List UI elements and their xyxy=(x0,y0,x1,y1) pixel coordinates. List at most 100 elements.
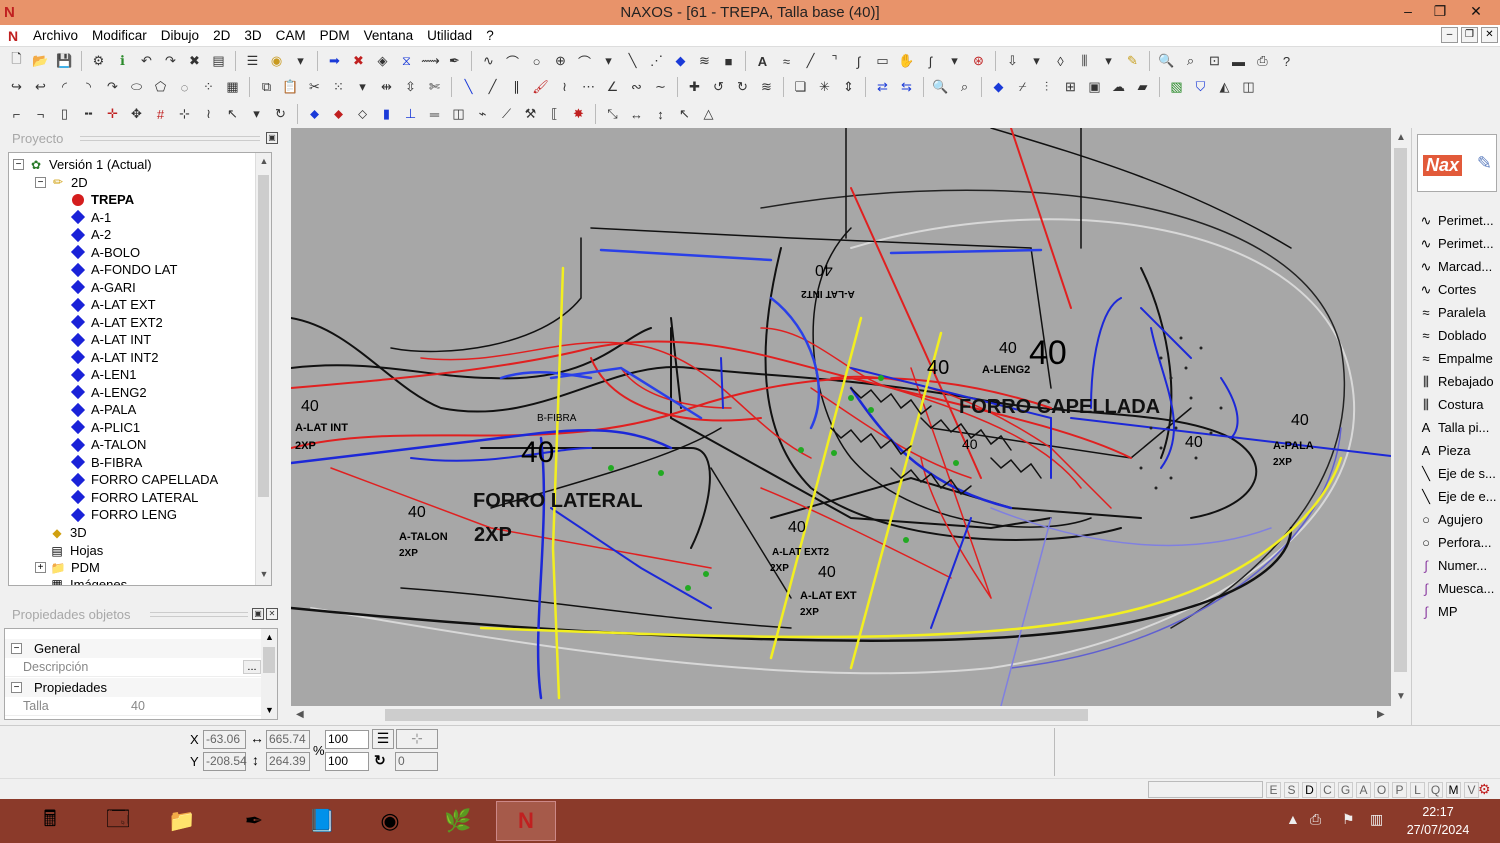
export-icon[interactable]: ⇩ xyxy=(1002,51,1023,72)
scroll-down-icon[interactable]: ▼ xyxy=(265,705,274,715)
canvas-vertical-scrollbar[interactable]: ▲ ▼ xyxy=(1392,128,1409,706)
pattern-drawing[interactable] xyxy=(291,128,1391,706)
tree-item-a-gari[interactable]: A-GARI xyxy=(69,279,136,297)
spline-icon[interactable]: ⌒ xyxy=(502,51,523,72)
marker-icon[interactable]: ◆ xyxy=(670,51,691,72)
layers-icon[interactable]: ☰ xyxy=(242,51,263,72)
x-coordinate-field[interactable]: -63.06 xyxy=(203,730,246,749)
split-icon[interactable]: ◫ xyxy=(448,104,469,125)
palette-item-11[interactable]: ╲ Eje de s... xyxy=(1416,462,1500,485)
collapse-icon[interactable]: − xyxy=(11,643,22,654)
tag-icon[interactable]: ▰ xyxy=(1132,77,1153,98)
pen-app-icon[interactable]: ✒ xyxy=(224,801,284,841)
explorer-app-icon[interactable]: 🗔 xyxy=(88,801,148,841)
mark-gray-icon[interactable]: ⬦ xyxy=(352,104,373,125)
grid-icon[interactable]: ▣ xyxy=(1084,77,1105,98)
cursor-icon[interactable]: ↖ xyxy=(222,104,243,125)
tilde-icon[interactable]: ∼ xyxy=(650,77,671,98)
pencil-icon[interactable]: ✎ xyxy=(1122,51,1143,72)
status-toggle-d[interactable]: D xyxy=(1302,782,1317,798)
tree-item-a-len1[interactable]: A-LEN1 xyxy=(69,366,137,384)
select-arrow-icon[interactable]: ➡ xyxy=(324,51,345,72)
palette-item-4[interactable]: ≈ Paralela xyxy=(1416,301,1500,324)
zoom-window-icon[interactable]: 🔍 xyxy=(1156,51,1177,72)
transform-icon[interactable]: ◈ xyxy=(372,51,393,72)
network-tray-icon[interactable]: ▥ xyxy=(1370,811,1383,828)
rotate-right-icon[interactable]: ↻ xyxy=(732,77,753,98)
grade-icon[interactable]: ⫼ xyxy=(1074,51,1095,72)
tree-item-a-lat-ext2[interactable]: A-LAT EXT2 xyxy=(69,314,163,332)
spiral-icon[interactable]: ◌ xyxy=(174,77,195,98)
explode-icon[interactable]: ✳ xyxy=(814,77,835,98)
tree-item-b-fibra[interactable]: B-FIBRA xyxy=(69,454,142,472)
status-toggle-g[interactable]: G xyxy=(1338,782,1353,798)
palette-item-12[interactable]: ╲ Eje de e... xyxy=(1416,485,1500,508)
pen-icon[interactable]: ✒ xyxy=(444,51,465,72)
scroll-up-icon[interactable]: ▲ xyxy=(265,632,274,642)
calculator-icon[interactable]: 🖩 xyxy=(20,801,80,841)
hatch-icon[interactable]: ▦ xyxy=(222,77,243,98)
align-button-icon[interactable]: ☰ xyxy=(372,729,394,749)
dropdown-arrow-icon[interactable]: ▾ xyxy=(598,51,619,72)
collapse-icon[interactable]: − xyxy=(13,159,24,171)
settings-icon[interactable]: ⚙ xyxy=(1478,781,1491,798)
scroll-left-icon[interactable]: ◀ xyxy=(296,709,304,720)
status-toggle-v[interactable]: V xyxy=(1464,782,1479,798)
taskbar-clock[interactable]: 22:17 27/07/2024 xyxy=(1400,803,1476,839)
notch-icon[interactable]: ⌿ xyxy=(1012,77,1033,98)
tree-scroll-thumb[interactable] xyxy=(258,175,269,497)
scroll-right-icon[interactable]: ▶ xyxy=(1377,709,1385,720)
menu-3d[interactable]: 3D xyxy=(237,25,268,47)
squiggle-icon[interactable]: ≀ xyxy=(198,104,219,125)
status-toggle-o[interactable]: O xyxy=(1374,782,1389,798)
tree-node-hojas[interactable]: ▤ Hojas xyxy=(49,542,103,560)
tree-item-a-lat-int[interactable]: A-LAT INT xyxy=(69,331,151,349)
width-icon[interactable]: ↔ xyxy=(626,104,647,125)
expand-icon[interactable]: + xyxy=(35,562,46,574)
equal-icon[interactable]: ═ xyxy=(424,104,445,125)
folder-icon[interactable]: 📁 xyxy=(152,801,212,841)
zoom-all-icon[interactable]: ⌕ xyxy=(1180,51,1201,72)
mark-red-icon[interactable]: ⬥ xyxy=(328,104,349,125)
tree-item-a-plic1[interactable]: A-PLIC1 xyxy=(69,419,140,437)
status-toggle-m[interactable]: M xyxy=(1446,782,1461,798)
move-vertical-icon[interactable]: ⇕ xyxy=(838,77,859,98)
link-icon[interactable]: ⌁ xyxy=(472,104,493,125)
help-icon[interactable]: ? xyxy=(1276,51,1297,72)
corner-round-icon[interactable]: ◝ xyxy=(78,77,99,98)
image-icon[interactable]: ▧ xyxy=(1166,77,1187,98)
bracket-icon[interactable]: ⟦ xyxy=(544,104,565,125)
canvas-hscroll-thumb[interactable] xyxy=(385,709,1088,721)
dropdown-arrow-icon[interactable]: ▾ xyxy=(944,51,965,72)
menu-ventana[interactable]: Ventana xyxy=(357,25,421,47)
dashed-line-icon[interactable]: ╍ xyxy=(78,104,99,125)
palette-icon[interactable]: ◉ xyxy=(266,51,287,72)
graph-icon[interactable]: ⟋ xyxy=(496,104,517,125)
tree-item-a-lat-ext[interactable]: A-LAT EXT xyxy=(69,296,156,314)
wave-icon[interactable]: ≈ xyxy=(776,51,797,72)
tree-item-forro-leng[interactable]: FORRO LENG xyxy=(69,506,177,524)
collapse-icon[interactable]: − xyxy=(35,176,46,188)
cross-icon[interactable]: ✚ xyxy=(684,77,705,98)
tree-node-2d[interactable]: − ✏ 2D xyxy=(35,174,88,192)
move-icon[interactable]: ✥ xyxy=(126,104,147,125)
menu-modificar[interactable]: Modificar xyxy=(85,25,154,47)
stack-icon[interactable]: ◫ xyxy=(1238,77,1259,98)
drawing-canvas[interactable]: FORRO LATERAL 2XP FORRO CAPELLADA A-LAT … xyxy=(291,128,1391,706)
export-pieces-icon[interactable]: ⇆ xyxy=(896,77,917,98)
palette-item-15[interactable]: ∫ Numer... xyxy=(1416,554,1500,577)
status-toggle-s[interactable]: S xyxy=(1284,782,1299,798)
copy-icon[interactable]: ⧉ xyxy=(256,77,277,98)
page-icon[interactable]: ▯ xyxy=(54,104,75,125)
tree-item-a-lat-int2[interactable]: A-LAT INT2 xyxy=(69,349,158,367)
cylinder-icon[interactable]: ▮ xyxy=(376,104,397,125)
offset-icon[interactable]: ≀ xyxy=(554,77,575,98)
scroll-up-icon[interactable]: ▲ xyxy=(256,156,271,166)
status-toggle-l[interactable]: L xyxy=(1410,782,1425,798)
paste-icon[interactable]: 📋 xyxy=(280,77,301,98)
corner-icon[interactable]: ⌝ xyxy=(824,51,845,72)
close-panel-icon[interactable]: ✕ xyxy=(266,608,278,620)
tree-item-a-leng2[interactable]: A-LENG2 xyxy=(69,384,147,402)
palette-item-13[interactable]: ○ Agujero xyxy=(1416,508,1500,531)
scale-y-field[interactable]: 100 xyxy=(325,752,369,771)
